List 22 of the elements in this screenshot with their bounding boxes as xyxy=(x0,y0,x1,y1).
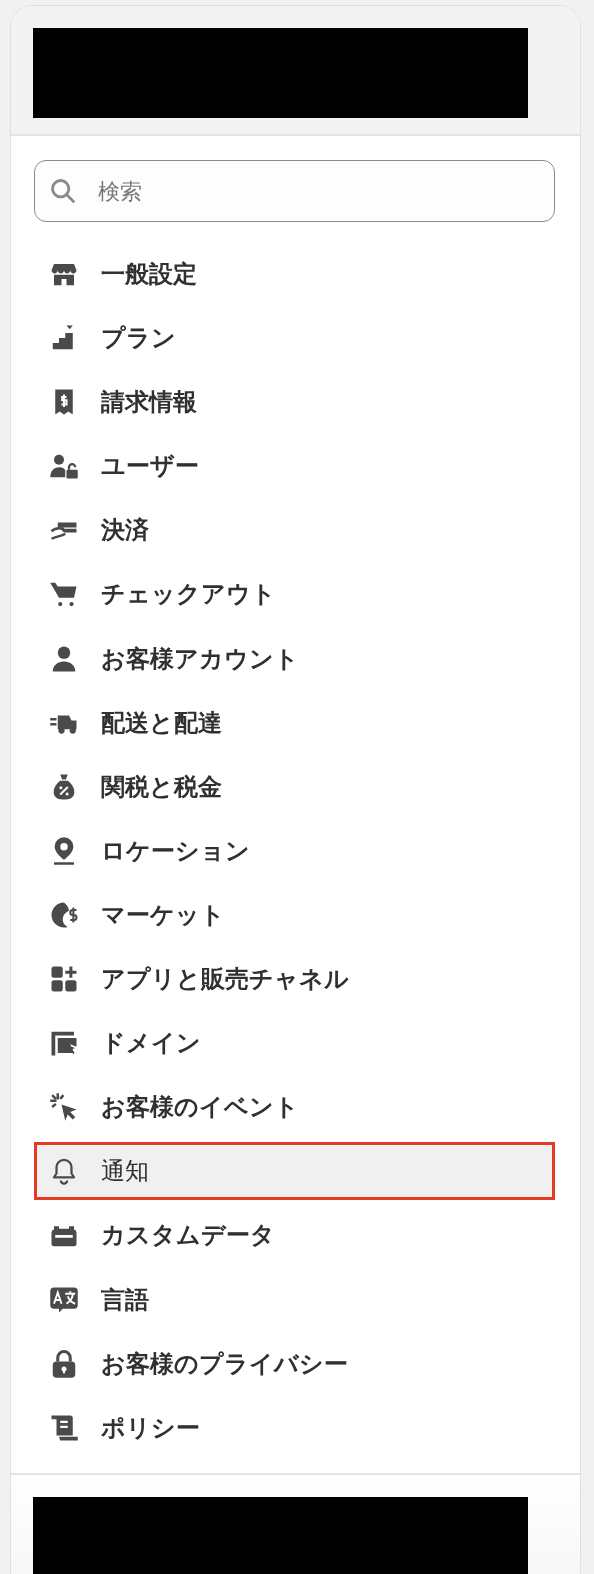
settings-nav-item[interactable]: お客様アカウント xyxy=(34,629,555,688)
settings-nav-item[interactable]: カスタムデータ xyxy=(34,1206,555,1265)
settings-nav-item[interactable]: 関税と税金 xyxy=(34,757,555,816)
settings-nav-item[interactable]: 決済 xyxy=(34,501,555,560)
settings-nav-item[interactable]: 配送と配達 xyxy=(34,693,555,752)
settings-nav-item[interactable]: アプリと販売チャネル xyxy=(34,950,555,1009)
settings-nav-item[interactable]: 請求情報 xyxy=(34,373,555,432)
settings-nav-item[interactable]: ロケーション xyxy=(34,821,555,880)
click-cursor-icon xyxy=(49,1092,79,1123)
settings-nav-item[interactable]: お客様のイベント xyxy=(34,1078,555,1137)
settings-nav-item[interactable]: ドメイン xyxy=(34,1014,555,1073)
settings-nav-item[interactable]: 一般設定 xyxy=(34,245,555,303)
settings-nav-item[interactable]: ユーザー xyxy=(34,437,555,496)
apps-icon xyxy=(49,964,79,995)
settings-nav-item[interactable]: 通知 xyxy=(34,1142,555,1201)
settings-nav-item[interactable]: チェックアウト xyxy=(34,565,555,624)
settings-nav-item[interactable]: プラン xyxy=(34,309,555,368)
settings-nav-item[interactable]: マーケット xyxy=(34,885,555,944)
settings-nav-item[interactable]: 言語 xyxy=(34,1270,555,1329)
settings-nav-item[interactable]: ポリシー xyxy=(34,1398,555,1457)
search-field[interactable]: 検索 xyxy=(34,160,555,222)
settings-nav-item[interactable]: お客様のプライバシー xyxy=(34,1334,555,1393)
